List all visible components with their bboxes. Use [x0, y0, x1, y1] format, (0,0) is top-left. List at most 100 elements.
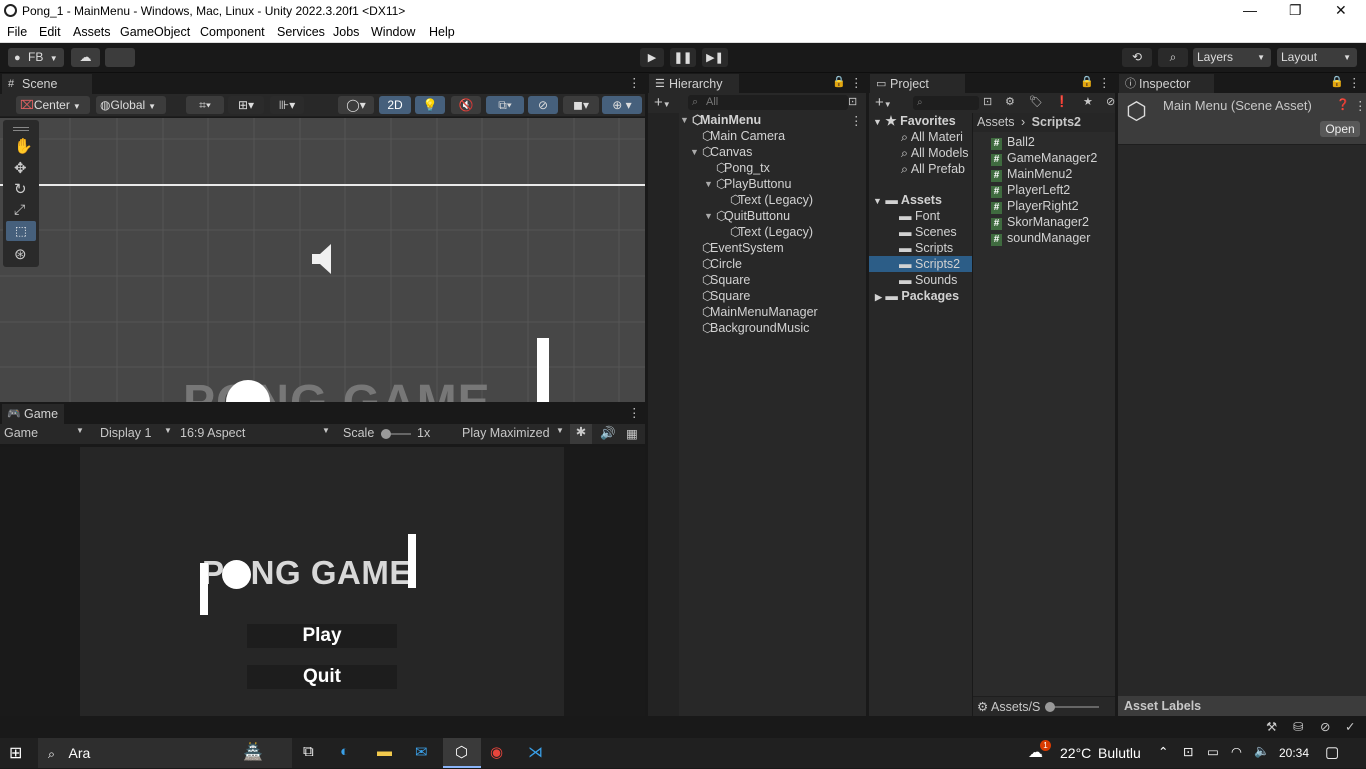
edge-icon[interactable]: ◐ — [340, 743, 349, 760]
bake-icon[interactable]: ⚒ — [1266, 719, 1277, 734]
display-dropdown[interactable]: Display 1 ▼ — [100, 426, 176, 440]
visibility-toggle[interactable]: ⊘ — [528, 96, 558, 114]
tab-project[interactable]: ▭ Project — [870, 74, 965, 94]
lock-icon[interactable]: 🔒 — [1330, 75, 1344, 88]
script-file-item[interactable]: # SkorManager2 — [991, 214, 1089, 230]
audio-toggle[interactable]: 🔇 — [451, 96, 481, 114]
tab-hierarchy[interactable]: ☰ Hierarchy — [649, 74, 739, 94]
folder-item[interactable]: ▬ Font — [899, 208, 940, 224]
warning-icon[interactable]: ❗ — [1055, 95, 1069, 108]
folder-item[interactable]: ▬ Sounds — [899, 272, 957, 288]
script-file-item[interactable]: # PlayerLeft2 — [991, 182, 1070, 198]
script-file-item[interactable]: # PlayerRight2 — [991, 198, 1079, 214]
device-icon[interactable]: ⊡ — [1183, 744, 1193, 759]
expand-arrow-icon[interactable]: ▼ — [690, 144, 699, 160]
script-file-item[interactable]: # GameManager2 — [991, 150, 1097, 166]
volume-icon[interactable]: 🔈 — [1254, 744, 1270, 759]
cloud-button[interactable]: ☁ — [71, 48, 100, 67]
hierarchy-item[interactable]: ⬡ Main Camera — [648, 128, 866, 144]
layout-dropdown[interactable]: Layout ▼ — [1277, 48, 1357, 67]
project-search[interactable]: ⌕ — [913, 96, 979, 110]
notification-icon[interactable]: ▢ — [1325, 743, 1339, 761]
pivot-dropdown[interactable]: ⌧Center ▼ — [16, 96, 90, 114]
check-icon[interactable]: ✓ — [1345, 719, 1355, 734]
camera-dropdown[interactable]: ◼▾ — [563, 96, 599, 114]
menu-component[interactable]: Component — [200, 25, 265, 39]
grid-visibility-button[interactable]: ⊞▾ — [228, 96, 264, 114]
wifi-icon[interactable]: ◠ — [1231, 744, 1242, 759]
favorite-star-icon[interactable]: ★ — [1083, 95, 1093, 108]
stats-icon[interactable]: ▦ — [626, 426, 638, 441]
hierarchy-item[interactable]: ⬡ MainMenuManager — [648, 304, 866, 320]
search-by-type-icon[interactable]: ⊡ — [983, 95, 992, 108]
chrome-icon[interactable]: ◉ — [490, 743, 503, 761]
hierarchy-item[interactable]: ⬡ Text (Legacy) — [648, 192, 866, 208]
lock-icon[interactable]: 🔒 — [1080, 75, 1094, 88]
play-button[interactable]: ▶ — [640, 48, 664, 67]
menu-jobs[interactable]: Jobs — [333, 25, 359, 39]
script-file-item[interactable]: # Ball2 — [991, 134, 1035, 150]
play-mode-dropdown[interactable]: Play Maximized ▼ — [462, 426, 566, 440]
scale-slider[interactable] — [381, 429, 411, 439]
move-tool-icon[interactable]: ✥ — [14, 159, 27, 177]
folder-item[interactable]: ▬ Scenes — [899, 224, 957, 240]
hierarchy-item[interactable]: ▼ ⬡ PlayButtonu — [648, 176, 866, 192]
account-dropdown[interactable]: ● FB ▼ — [8, 48, 64, 67]
transform-tool-icon[interactable]: ⊛ — [14, 245, 27, 263]
hierarchy-item[interactable]: ⬡ Text (Legacy) — [648, 224, 866, 240]
cache-icon[interactable]: ⛁ — [1293, 719, 1303, 734]
kebab-menu-icon[interactable]: ⋮ — [628, 75, 641, 90]
close-icon[interactable]: ✕ — [1335, 2, 1347, 19]
menu-assets[interactable]: Assets — [73, 25, 111, 39]
hierarchy-item[interactable]: ▼ ⬡ QuitButtonu — [648, 208, 866, 224]
step-button[interactable]: ▶❚ — [702, 48, 728, 67]
rotate-tool-icon[interactable]: ↻ — [14, 180, 27, 198]
space-dropdown[interactable]: ◍Global ▼ — [96, 96, 166, 114]
lighting-toggle[interactable]: 💡 — [415, 96, 445, 114]
palette-handle[interactable] — [13, 127, 29, 131]
hierarchy-item[interactable]: ⬡ Pong_tx — [648, 160, 866, 176]
search-button[interactable]: ⌕ — [1158, 48, 1188, 67]
unity-taskbar-button[interactable]: ⬡ — [443, 738, 481, 768]
kebab-menu-icon[interactable]: ⋮ — [628, 405, 641, 420]
tab-scene[interactable]: # Scene — [2, 74, 92, 94]
battery-icon[interactable]: ▭ — [1207, 744, 1219, 759]
tab-inspector[interactable]: ⓘ Inspector — [1119, 74, 1214, 94]
open-button[interactable]: Open — [1320, 121, 1360, 137]
tab-game[interactable]: 🎮 Game — [2, 404, 64, 424]
hierarchy-item[interactable]: ▼ ⬡ Canvas — [648, 144, 866, 160]
draw-mode-dropdown[interactable]: ◯▾ — [338, 96, 374, 114]
collab-button[interactable] — [105, 48, 135, 67]
clock[interactable]: 20:34 — [1279, 746, 1309, 760]
slider-thumb[interactable] — [381, 429, 391, 439]
hierarchy-item[interactable]: ⬡ BackgroundMusic — [648, 320, 866, 336]
favorite-item[interactable]: ⌕ All Materi — [901, 129, 963, 145]
effects-toggle[interactable]: ⧉▾ — [486, 96, 524, 114]
restore-icon[interactable]: ❐ — [1289, 2, 1302, 19]
chevron-up-icon[interactable]: ⌃ — [1158, 744, 1168, 759]
windows-start-icon[interactable]: ⊞ — [9, 743, 22, 763]
quit-button[interactable]: Quit — [247, 665, 397, 689]
task-view-icon[interactable]: ⧉ — [303, 743, 314, 760]
search-by-label-icon[interactable]: ⚙ — [1005, 95, 1015, 108]
2d-toggle[interactable]: 2D — [379, 96, 411, 114]
kebab-menu-icon[interactable]: ⋮ — [1348, 75, 1361, 90]
pause-button[interactable]: ❚❚ — [670, 48, 696, 67]
hierarchy-item[interactable]: ⬡ Square — [648, 288, 866, 304]
script-file-item[interactable]: # MainMenu2 — [991, 166, 1072, 182]
hidden-packages-icon[interactable]: ⊘ — [1106, 95, 1115, 108]
hierarchy-item[interactable]: ⬡ Square — [648, 272, 866, 288]
taskbar-search[interactable]: ⌕ Ara 🏯 — [38, 738, 292, 768]
expand-arrow-icon[interactable]: ▼ — [704, 208, 713, 224]
favorites-header[interactable]: ▼ ★ Favorites — [873, 113, 956, 129]
rect-tool-button[interactable]: ⬚ — [6, 221, 36, 241]
breadcrumb-root[interactable]: Assets — [977, 115, 1015, 129]
hierarchy-item[interactable]: ⬡ EventSystem — [648, 240, 866, 256]
help-icon[interactable]: ❓ — [1336, 98, 1350, 111]
menu-gameobject[interactable]: GameObject — [120, 25, 190, 39]
hierarchy-item[interactable]: ⬡ Circle — [648, 256, 866, 272]
packages-header[interactable]: ▶ ▬ Packages — [875, 288, 959, 304]
kebab-menu-icon[interactable]: ⋮ — [1098, 75, 1111, 90]
minimize-icon[interactable]: — — [1243, 2, 1257, 18]
grid-snap-button[interactable]: ⌗▾ — [186, 96, 224, 114]
